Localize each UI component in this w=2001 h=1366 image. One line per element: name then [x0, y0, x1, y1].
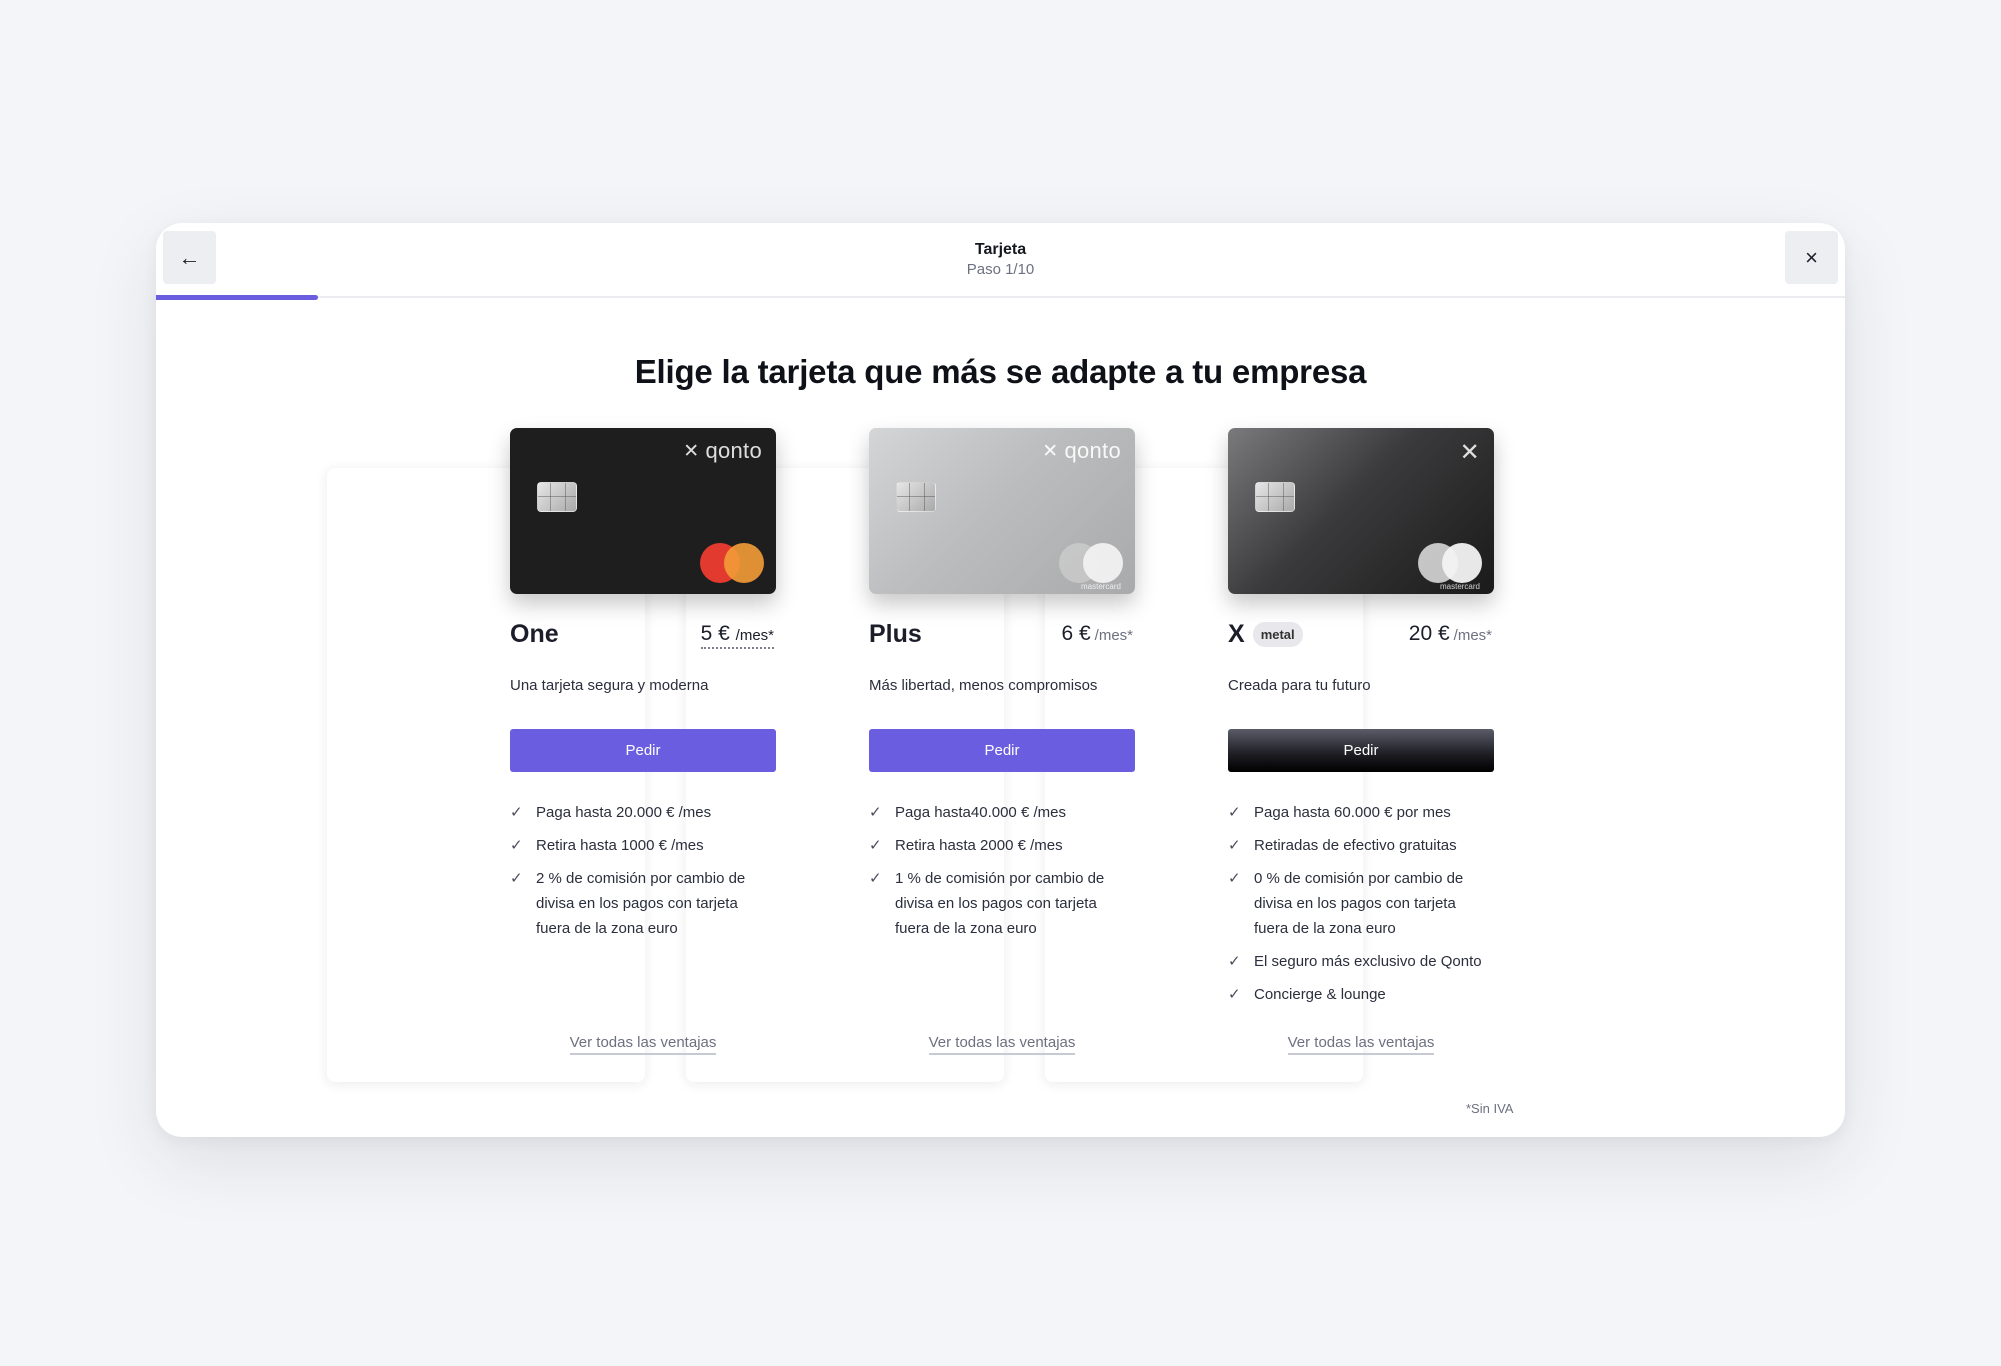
check-icon: ✓: [869, 837, 882, 854]
check-icon: ✓: [1228, 953, 1241, 970]
list-item: ✓ 0 % de comisión por cambio de divisa en…: [1228, 866, 1494, 941]
card-image-x: ✕ mastercard: [1228, 428, 1494, 594]
feature-list-plus: ✓ Paga hasta40.000 € /mes ✓ Retira hasta 2…: [869, 800, 1135, 949]
check-icon: ✓: [869, 804, 882, 821]
plan-name-plus: Plus: [869, 620, 922, 648]
close-icon: ×: [1805, 244, 1818, 270]
check-icon: ✓: [1228, 837, 1241, 854]
mastercard-logo-icon: mastercard: [1418, 543, 1484, 591]
list-item: ✓ 2 % de comisión por cambio de divisa en…: [510, 866, 776, 941]
metal-badge: metal: [1252, 622, 1303, 647]
qonto-logo: ✕ qonto: [683, 438, 762, 463]
list-item: ✓ Retira hasta 2000 € /mes: [869, 833, 1135, 858]
list-item: ✓ Retiradas de efectivo gratuitas: [1228, 833, 1494, 858]
list-item: ✓ 1 % de comisión por cambio de divisa en…: [869, 866, 1135, 941]
list-item: ✓ Paga hasta 60.000 € por mes: [1228, 800, 1494, 825]
plan-description-plus: Más libertad, menos compromisos: [869, 677, 1098, 694]
see-all-benefits-link-one[interactable]: Ver todas las ventajas: [510, 1034, 776, 1055]
check-icon: ✓: [1228, 804, 1241, 821]
list-item: ✓ Retira hasta 1000 € /mes: [510, 833, 776, 858]
plan-price-one: 5 € /mes*: [700, 622, 774, 649]
chip-icon: [537, 482, 577, 512]
plan-name-one: One: [510, 620, 559, 648]
plan-name-x: X metal: [1228, 620, 1303, 649]
list-item: ✓ Concierge & lounge: [1228, 982, 1494, 1007]
header-step: Paso 1/10: [966, 261, 1035, 278]
mastercard-logo-icon: mastercard: [1059, 543, 1125, 591]
modal-header: ← Tarjeta Paso 1/10 ×: [156, 223, 1845, 298]
header-title: Tarjeta: [974, 241, 1027, 258]
order-button-plus[interactable]: Pedir: [869, 729, 1135, 772]
card-image-plus: ✕ qonto mastercard: [869, 428, 1135, 594]
check-icon: ✓: [510, 804, 523, 821]
list-item: ✓ Paga hasta40.000 € /mes: [869, 800, 1135, 825]
list-item: ✓ Paga hasta 20.000 € /mes: [510, 800, 776, 825]
see-all-benefits-link-plus[interactable]: Ver todas las ventajas: [869, 1034, 1135, 1055]
check-icon: ✓: [1228, 986, 1241, 1003]
chip-icon: [1255, 482, 1295, 512]
see-all-benefits-link-x[interactable]: Ver todas las ventajas: [1228, 1034, 1494, 1055]
progress-fill: [156, 295, 319, 300]
list-item: ✓ El seguro más exclusivo de Qonto: [1228, 949, 1494, 974]
tax-footnote: *Sin IVA: [1466, 1101, 1514, 1116]
qonto-mark-icon: ✕: [1042, 440, 1059, 462]
check-icon: ✓: [510, 870, 523, 887]
qonto-mark-icon: ✕: [1459, 439, 1480, 466]
plan-description-x: Creada para tu futuro: [1228, 677, 1371, 694]
feature-list-x: ✓ Paga hasta 60.000 € por mes ✓ Retiradas …: [1228, 800, 1494, 1015]
progress-bar: [156, 295, 1845, 300]
order-button-x[interactable]: Pedir: [1228, 729, 1494, 772]
close-button[interactable]: ×: [1785, 231, 1838, 284]
mastercard-logo-icon: [700, 543, 766, 585]
plan-description-one: Una tarjeta segura y moderna: [510, 677, 709, 694]
price-tooltip-trigger[interactable]: 5 € /mes*: [700, 622, 774, 649]
order-button-one[interactable]: Pedir: [510, 729, 776, 772]
qonto-mark-icon: ✕: [683, 440, 700, 462]
plan-price-plus: 6 € /mes*: [1061, 622, 1133, 645]
qonto-logo: ✕: [1460, 438, 1480, 467]
qonto-logo: ✕ qonto: [1042, 438, 1121, 463]
check-icon: ✓: [510, 837, 523, 854]
check-icon: ✓: [1228, 870, 1241, 887]
check-icon: ✓: [869, 870, 882, 887]
page-title: Elige la tarjeta que más se adapte a tu …: [634, 353, 1367, 390]
card-image-one: ✕ qonto: [510, 428, 776, 594]
feature-list-one: ✓ Paga hasta 20.000 € /mes ✓ Retira hasta …: [510, 800, 776, 949]
chip-icon: [896, 482, 936, 512]
plan-price-x: 20 € /mes*: [1408, 622, 1492, 645]
